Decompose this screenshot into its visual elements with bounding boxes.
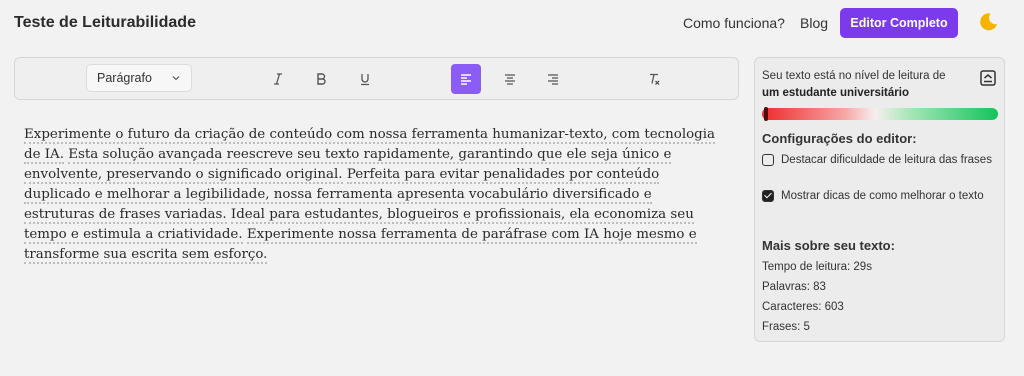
option-label: Mostrar dicas de como melhorar o texto: [781, 190, 984, 202]
reading-level-prefix: Seu texto está no nível de leitura de: [762, 70, 946, 82]
nav-link-blog[interactable]: Blog: [800, 15, 828, 31]
clear-format-button[interactable]: [639, 64, 669, 94]
underline-icon: [361, 74, 369, 86]
block-style-value: Parágrafo: [97, 71, 152, 85]
align-center-button[interactable]: [495, 64, 525, 94]
bold-icon: [317, 73, 326, 85]
clear-format-icon: [650, 73, 660, 85]
reading-level-marker: [764, 107, 769, 121]
align-left-button[interactable]: [451, 64, 481, 94]
reading-level-bar: [762, 107, 998, 121]
full-editor-button[interactable]: Editor Completo: [840, 8, 958, 38]
align-left-icon: [461, 74, 471, 85]
app-title: Teste de Leiturabilidade: [14, 14, 196, 31]
option-label: Destacar dificuldade de leitura das fras…: [781, 154, 992, 166]
readability-panel: Seu texto está no nível de leitura de um…: [754, 57, 1005, 342]
stats-title: Mais sobre seu texto:: [762, 238, 895, 253]
editor-toolbar: Parágrafo: [14, 57, 739, 100]
bold-button[interactable]: [306, 64, 336, 94]
stat-words: Palavras: 83: [762, 281, 826, 293]
collapse-icon: [980, 70, 996, 86]
collapse-panel-button[interactable]: [979, 69, 997, 87]
editor-text-area[interactable]: Experimente o futuro da criação de conte…: [24, 125, 724, 265]
chevron-down-icon: [172, 76, 180, 81]
stat-sentences: Frases: 5: [762, 321, 810, 333]
moon-icon: [980, 13, 997, 31]
stat-characters: Caracteres: 603: [762, 301, 844, 313]
underline-button[interactable]: [350, 64, 380, 94]
italic-button[interactable]: [263, 64, 293, 94]
checkbox[interactable]: [762, 190, 774, 202]
block-style-select[interactable]: Parágrafo: [86, 64, 192, 92]
checkbox[interactable]: [762, 154, 774, 166]
stat-reading-time: Tempo de leitura: 29s: [762, 261, 872, 273]
align-right-icon: [548, 74, 558, 85]
italic-icon: [274, 73, 282, 85]
config-title: Configurações do editor:: [762, 131, 917, 146]
reading-level: Seu texto está no nível de leitura de um…: [762, 68, 972, 102]
reading-level-value: um estudante universitário: [762, 87, 909, 99]
theme-toggle-button[interactable]: [976, 10, 1000, 34]
align-center-icon: [505, 74, 515, 85]
option-show-tips[interactable]: Mostrar dicas de como melhorar o texto: [762, 188, 992, 205]
nav-link-how-it-works[interactable]: Como funciona?: [683, 15, 785, 31]
option-highlight-difficulty[interactable]: Destacar dificuldade de leitura das fras…: [762, 152, 992, 169]
align-right-button[interactable]: [538, 64, 568, 94]
